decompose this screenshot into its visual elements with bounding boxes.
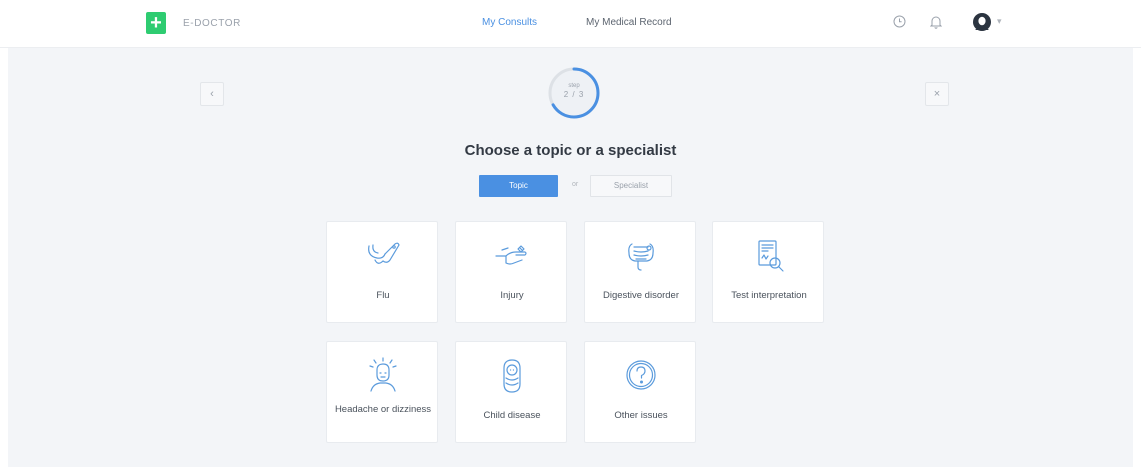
flu-icon	[368, 242, 400, 264]
topic-label: Other issues	[614, 410, 668, 421]
topic-label: Injury	[500, 290, 524, 301]
progress-step-count: 2 / 3	[563, 90, 585, 99]
clock-icon[interactable]	[893, 15, 906, 28]
test-report-icon	[758, 240, 784, 272]
bell-icon[interactable]	[930, 15, 942, 29]
user-avatar-icon[interactable]	[972, 12, 992, 32]
topic-card-flu[interactable]: Flu	[326, 221, 438, 323]
topic-card-digestive[interactable]: Digestive disorder	[584, 221, 696, 323]
topic-card-test-interpretation[interactable]: Test interpretation	[712, 221, 824, 323]
digestive-icon	[628, 243, 654, 271]
topic-label: Test interpretation	[731, 290, 807, 301]
page-title: Choose a topic or a specialist	[464, 142, 677, 159]
close-button[interactable]: ×	[925, 82, 949, 106]
topic-card-injury[interactable]: Injury	[455, 221, 567, 323]
back-button[interactable]: ‹	[200, 82, 224, 106]
topic-card-child-disease[interactable]: Child disease	[455, 341, 567, 443]
topic-label: Headache or dizziness	[334, 404, 432, 415]
topic-label: Flu	[376, 290, 390, 301]
injury-icon	[495, 245, 527, 265]
specialist-toggle-button[interactable]: Specialist	[590, 175, 672, 197]
brand-name[interactable]: E-DOCTOR	[183, 18, 241, 29]
avatar-dropdown-caret[interactable]: ▾	[997, 16, 1002, 27]
topic-card-other-issues[interactable]: Other issues	[584, 341, 696, 443]
top-header: + E-DOCTOR My Consults My Medical Record…	[0, 0, 1141, 48]
progress-step-label: step	[568, 83, 580, 89]
topic-label: Child disease	[483, 410, 541, 421]
headache-icon	[369, 357, 397, 392]
baby-icon	[503, 359, 521, 393]
topic-card-headache[interactable]: Headache or dizziness	[326, 341, 438, 443]
topic-label: Digestive disorder	[602, 290, 680, 301]
question-icon	[626, 360, 656, 390]
topic-toggle-button[interactable]: Topic	[479, 175, 558, 197]
nav-my-consults[interactable]: My Consults	[482, 17, 537, 28]
logo-plus-icon[interactable]: +	[146, 12, 166, 34]
toggle-or-label: or	[572, 181, 579, 188]
nav-my-medical-record[interactable]: My Medical Record	[586, 17, 672, 28]
